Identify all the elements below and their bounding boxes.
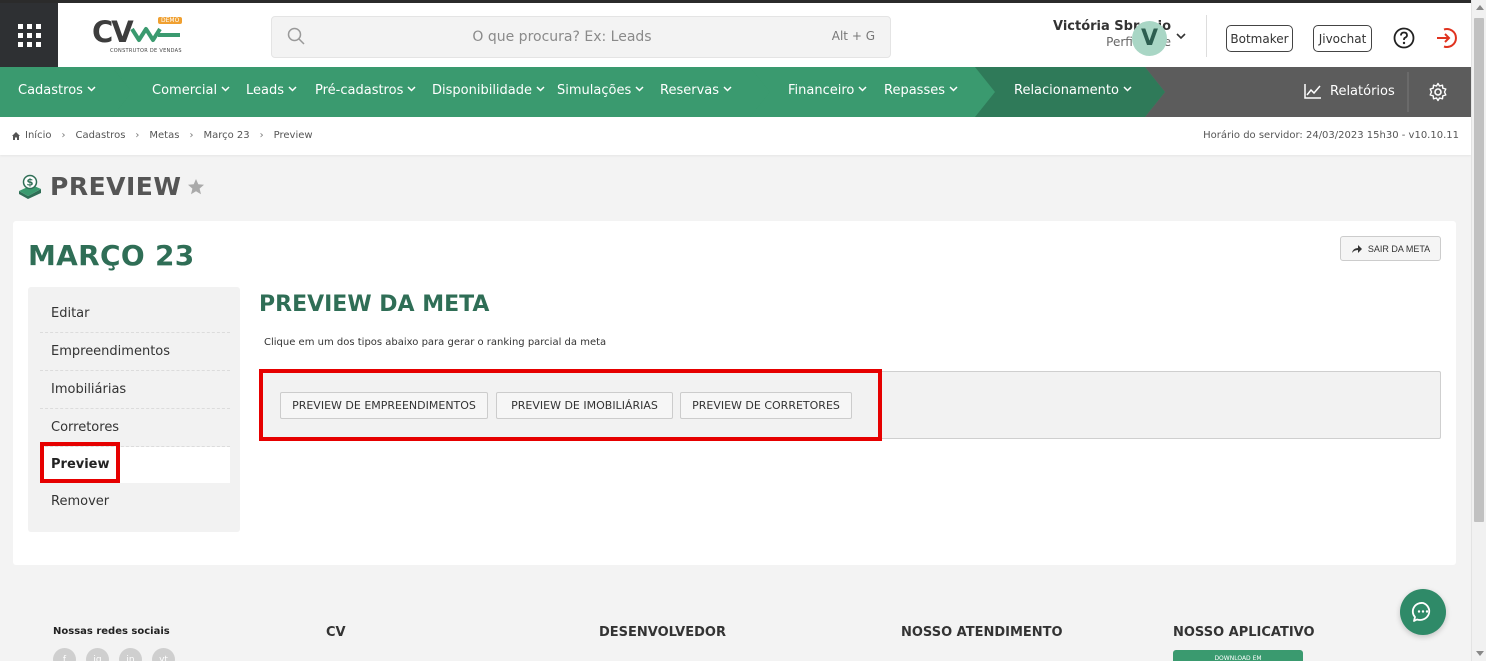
chevron-down-icon [288, 86, 297, 92]
gear-icon[interactable] [1428, 82, 1448, 102]
app-download-badge[interactable]: DOWNLOAD EM [1173, 650, 1303, 661]
meta-card: MARÇO 23 SAIR DA META Editar Empreendime… [13, 221, 1456, 565]
apps-menu-button[interactable] [0, 3, 58, 67]
preview-corretores-button[interactable]: PREVIEW DE CORRETORES [680, 392, 852, 419]
breadcrumb-item-marco-23[interactable]: Março 23 [203, 130, 249, 141]
side-item-remover[interactable]: Remover [40, 483, 230, 521]
chevron-down-icon [536, 86, 545, 92]
chevron-right-icon: › [135, 130, 140, 141]
side-item-empreendimentos[interactable]: Empreendimentos [40, 333, 230, 371]
nav-item-cadastros[interactable]: Cadastros [18, 83, 96, 98]
money-hand-icon: $ [19, 174, 41, 199]
nav-item-comercial[interactable]: Comercial [152, 83, 230, 98]
chevron-down-icon [221, 86, 230, 92]
footer-col-desenvolvedor: DESENVOLVEDOR [599, 625, 726, 640]
chevron-down-icon [723, 86, 732, 92]
scroll-down-icon[interactable] [1476, 651, 1484, 656]
search-icon [287, 27, 305, 45]
nav-item-reservas[interactable]: Reservas [660, 83, 732, 98]
logo-badge: DEMO [158, 17, 183, 24]
help-icon[interactable] [1393, 27, 1415, 49]
search-shortcut: Alt + G [831, 29, 875, 43]
side-item-editar[interactable]: Editar [40, 295, 230, 333]
nav-item-simulacoes[interactable]: Simulações [557, 83, 644, 98]
breadcrumb-item-preview: Preview [273, 130, 313, 141]
chat-bubble-icon [1411, 602, 1431, 622]
preview-empreendimentos-button[interactable]: PREVIEW DE EMPREENDIMENTOS [280, 392, 488, 419]
search-box: Alt + G [271, 16, 891, 58]
nav-item-pre-cadastros[interactable]: Pré-cadastros [315, 83, 416, 98]
chevron-down-icon [858, 86, 867, 92]
scrollbar[interactable] [1471, 0, 1486, 661]
search-input[interactable] [322, 25, 802, 49]
social-title: Nossas redes sociais [53, 626, 170, 637]
scrollbar-thumb[interactable] [1474, 18, 1484, 522]
chevron-right-icon: › [259, 130, 264, 141]
nav-item-relacionamento[interactable]: Relacionamento [1014, 83, 1132, 98]
main-nav: Cadastros Comercial Leads Pré-cadastros … [0, 67, 1471, 117]
breadcrumb-item-metas[interactable]: Metas [149, 130, 179, 141]
social-icons: f ig in yt [53, 648, 175, 661]
breadcrumb-item-cadastros[interactable]: Cadastros [75, 130, 125, 141]
top-bar: CV DEMO CONSTRUTOR DE VENDAS Alt + G Vic… [0, 0, 1471, 67]
footer-col-atendimento: NOSSO ATENDIMENTO [901, 625, 1063, 640]
jivochat-button[interactable]: Jivochat [1313, 25, 1372, 52]
chevron-down-icon [87, 86, 96, 92]
chevron-down-icon [949, 86, 958, 92]
logout-icon[interactable] [1434, 26, 1458, 50]
logo-text: CV [92, 15, 134, 49]
nav-item-repasses[interactable]: Repasses [884, 83, 958, 98]
nav-item-financeiro[interactable]: Financeiro [788, 83, 867, 98]
breadcrumb: Início › Cadastros › Metas › Março 23 › … [11, 130, 313, 141]
chat-button[interactable] [1400, 589, 1446, 635]
breadcrumb-item-inicio[interactable]: Início [25, 130, 51, 141]
grid-icon [17, 23, 41, 47]
star-icon[interactable] [187, 178, 205, 196]
chevron-right-icon: › [61, 130, 66, 141]
footer-col-cv: CV [326, 625, 346, 640]
side-menu: Editar Empreendimentos Imobiliárias Corr… [28, 287, 240, 532]
side-item-imobiliarias[interactable]: Imobiliárias [40, 371, 230, 409]
content-description: Clique em um dos tipos abaixo para gerar… [264, 337, 607, 348]
exit-meta-button[interactable]: SAIR DA META [1340, 236, 1441, 261]
footer-col-aplicativo: NOSSO APLICATIVO [1173, 625, 1315, 640]
facebook-icon[interactable]: f [53, 648, 76, 661]
server-time: Horário do servidor: 24/03/2023 15h30 - … [1203, 130, 1459, 141]
page-title: $ PREVIEW [18, 172, 205, 201]
chart-line-icon [1304, 84, 1321, 99]
chevron-down-icon [635, 86, 644, 92]
divider [1206, 15, 1207, 57]
avatar[interactable]: V [1132, 21, 1167, 56]
content-title: PREVIEW DA META [259, 292, 490, 317]
logo-subtitle: CONSTRUTOR DE VENDAS [110, 48, 182, 54]
side-item-preview[interactable]: Preview [40, 447, 230, 483]
logo[interactable]: CV DEMO CONSTRUTOR DE VENDAS [92, 15, 184, 59]
nav-item-leads[interactable]: Leads [246, 83, 297, 98]
chevron-down-icon [407, 86, 416, 92]
page-heading: PREVIEW [50, 172, 182, 201]
nav-item-disponibilidade[interactable]: Disponibilidade [432, 83, 545, 98]
preview-imobiliarias-button[interactable]: PREVIEW DE IMOBILIÁRIAS [496, 392, 673, 419]
breadcrumb-bar: Início › Cadastros › Metas › Março 23 › … [0, 117, 1471, 155]
chevron-down-icon[interactable] [1175, 30, 1187, 42]
nav-item-relatorios[interactable]: Relatórios [1304, 83, 1395, 99]
botmaker-button[interactable]: Botmaker [1226, 25, 1293, 52]
svg-text:$: $ [27, 177, 34, 188]
share-arrow-icon [1351, 244, 1362, 253]
youtube-icon[interactable]: yt [152, 648, 175, 661]
instagram-icon[interactable]: ig [86, 648, 109, 661]
chevron-right-icon: › [189, 130, 194, 141]
meta-title: MARÇO 23 [28, 239, 195, 272]
side-item-corretores[interactable]: Corretores [40, 409, 230, 447]
linkedin-icon[interactable]: in [119, 648, 142, 661]
chevron-down-icon [1123, 86, 1132, 92]
logo-wave-icon [130, 27, 180, 42]
home-icon [12, 131, 20, 140]
scroll-up-icon[interactable] [1476, 5, 1484, 10]
preview-panel: PREVIEW DE EMPREENDIMENTOS PREVIEW DE IM… [259, 371, 1441, 439]
